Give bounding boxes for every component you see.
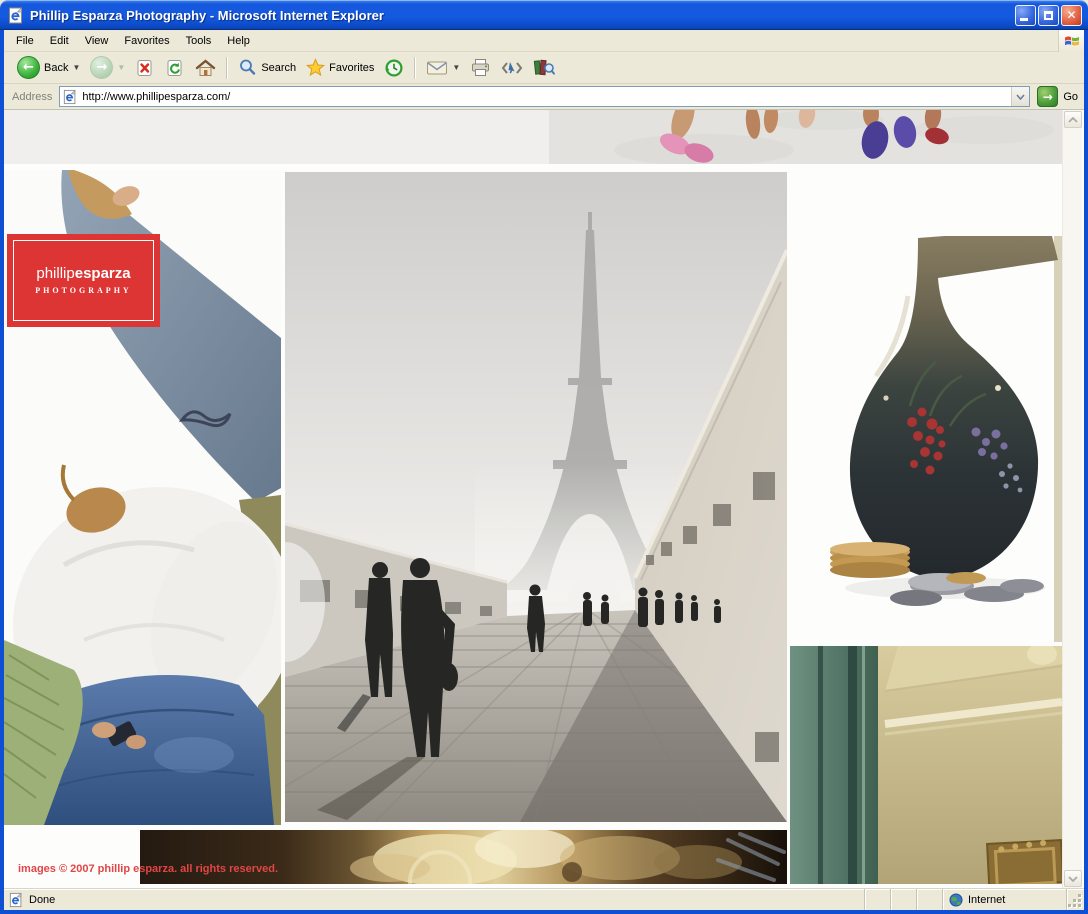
browser-window: Phillip Esparza Photography - Microsoft …	[0, 0, 1088, 914]
photo-eiffel-tower-fog[interactable]	[285, 172, 787, 822]
vertical-scrollbar[interactable]	[1062, 110, 1082, 888]
scroll-down-button[interactable]	[1064, 870, 1082, 887]
refresh-button[interactable]	[160, 56, 190, 80]
address-url[interactable]: http://www.phillipesparza.com/	[82, 91, 1011, 103]
minimize-button[interactable]	[1015, 5, 1036, 26]
ie-page-icon	[9, 892, 24, 908]
windows-logo-icon	[1058, 30, 1084, 52]
copyright-text: images © 2007 phillip esparza. all right…	[18, 863, 278, 875]
back-button[interactable]: ← Back ▼	[12, 54, 85, 81]
refresh-icon	[165, 58, 185, 78]
status-zone: Internet	[968, 894, 1005, 906]
photo-doorway-interior[interactable]	[790, 646, 1062, 884]
edit-icon	[501, 59, 523, 77]
back-dropdown-icon[interactable]: ▼	[72, 63, 80, 72]
forward-dropdown-icon: ▼	[117, 63, 125, 72]
back-label: Back	[44, 62, 68, 74]
search-button[interactable]: Search	[233, 56, 301, 79]
favorites-label: Favorites	[329, 62, 374, 74]
chevron-down-icon	[1068, 876, 1078, 882]
print-button[interactable]	[465, 56, 496, 79]
close-button[interactable]: ✕	[1061, 5, 1082, 26]
ie-page-icon	[8, 7, 25, 24]
menu-help[interactable]: Help	[219, 32, 258, 50]
menu-view[interactable]: View	[77, 32, 117, 50]
history-button[interactable]	[379, 56, 409, 80]
toolbar-separator	[414, 57, 416, 79]
ie-page-icon	[63, 89, 78, 105]
resize-grip[interactable]	[1066, 889, 1084, 910]
favorites-button[interactable]: Favorites	[301, 56, 379, 79]
search-icon	[238, 58, 257, 77]
address-label: Address	[12, 91, 52, 103]
window-title: Phillip Esparza Photography - Microsoft …	[30, 8, 1013, 23]
toolbar: ← Back ▼ → ▼	[4, 52, 1084, 84]
print-icon	[470, 58, 491, 77]
maximize-button[interactable]	[1038, 5, 1059, 26]
mail-icon	[426, 59, 448, 76]
history-icon	[384, 58, 404, 78]
scroll-up-button[interactable]	[1064, 111, 1082, 128]
stop-icon	[135, 58, 155, 78]
globe-icon	[949, 893, 963, 907]
photo-gold-objects-strip[interactable]	[140, 830, 787, 884]
photo-painted-vase-coins[interactable]	[790, 236, 1062, 642]
forward-icon: →	[90, 56, 113, 79]
research-button[interactable]	[528, 56, 560, 79]
address-input[interactable]: http://www.phillipesparza.com/	[59, 86, 1030, 107]
menu-tools[interactable]: Tools	[178, 32, 220, 50]
status-pane	[916, 889, 942, 910]
status-message: Done	[29, 894, 55, 906]
favorites-star-icon	[306, 58, 325, 77]
status-zone-pane: Internet	[942, 889, 1066, 910]
forward-button[interactable]: → ▼	[85, 54, 130, 81]
page-viewport: phillipesparza PHOTOGRAPHY	[4, 110, 1084, 888]
mail-dropdown-icon[interactable]: ▼	[452, 63, 460, 72]
site-logo-tagline: PHOTOGRAPHY	[35, 286, 131, 295]
chevron-up-icon	[1068, 117, 1078, 123]
search-label: Search	[261, 62, 296, 74]
research-books-icon	[533, 58, 555, 77]
home-icon	[195, 58, 216, 78]
edit-button[interactable]	[496, 57, 528, 79]
home-button[interactable]	[190, 56, 221, 80]
status-pane	[864, 889, 890, 910]
menu-bar: File Edit View Favorites Tools Help	[4, 30, 1084, 52]
status-pane	[890, 889, 916, 910]
go-button[interactable]: →	[1037, 86, 1058, 107]
menu-edit[interactable]: Edit	[42, 32, 77, 50]
address-dropdown-button[interactable]	[1011, 87, 1029, 106]
window-frame: File Edit View Favorites Tools Help ← Ba…	[0, 30, 1088, 914]
go-label: Go	[1063, 91, 1078, 103]
photo-overhead-feet-banner[interactable]	[4, 110, 1062, 164]
menu-file[interactable]: File	[8, 32, 42, 50]
menu-favorites[interactable]: Favorites	[116, 32, 177, 50]
site-logo-name: phillipesparza	[36, 266, 130, 281]
mail-button[interactable]: ▼	[421, 57, 465, 78]
stop-button[interactable]	[130, 56, 160, 80]
address-bar: Address http://www.phillipesparza.com/ →…	[4, 84, 1084, 110]
site-logo-border: phillipesparza PHOTOGRAPHY	[13, 240, 154, 321]
back-icon: ←	[17, 56, 40, 79]
site-logo[interactable]: phillipesparza PHOTOGRAPHY	[7, 234, 160, 327]
status-bar: Done Internet	[4, 888, 1084, 910]
title-bar: Phillip Esparza Photography - Microsoft …	[0, 0, 1088, 30]
toolbar-separator	[226, 57, 228, 79]
